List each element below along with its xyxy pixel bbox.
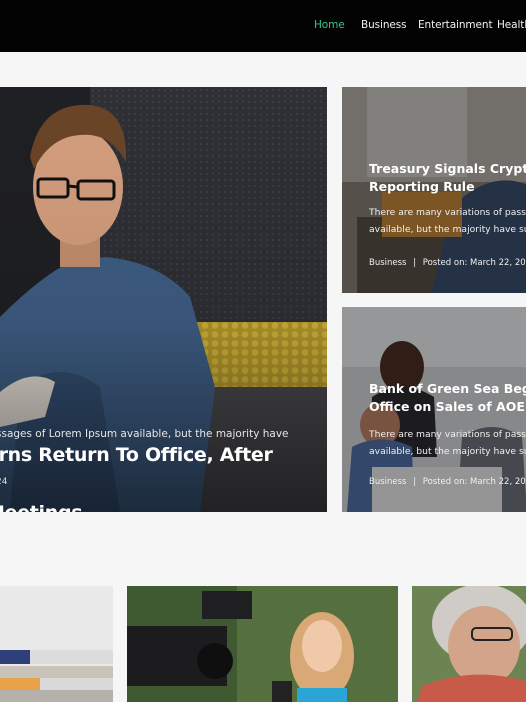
card-title-line1: Treasury Signals Crypto Mine: [369, 161, 526, 176]
news-card-bank[interactable]: Bank of Green Sea Begins Tal Office on S…: [342, 307, 526, 512]
card-title-line2: Reporting Rule: [369, 179, 475, 194]
card-title-line1: Bank of Green Sea Begins Tal: [369, 381, 526, 396]
card-image: [412, 586, 526, 702]
top-navbar: Home Business Entertainment Health: [0, 0, 526, 52]
card-date: Posted on: March 22, 2024: [422, 258, 526, 268]
card-excerpt-line2: available, but the majority have suffere: [369, 224, 526, 235]
card-category[interactable]: Business: [369, 258, 406, 268]
hero-title-line1: erns Return To Office, After 2: [0, 444, 273, 466]
meta-separator: |: [413, 258, 417, 268]
card-title[interactable]: Treasury Signals Crypto Mine Reporting R…: [369, 160, 526, 196]
card-title[interactable]: Bank of Green Sea Begins Tal Office on S…: [369, 380, 526, 416]
hero-title-line2: Meetings: [0, 499, 286, 512]
card-meta: Business | Posted on: March 22, 2024: [369, 477, 526, 487]
card-excerpt-line2: available, but the majority have suffere: [369, 446, 526, 457]
card-image: [0, 586, 113, 702]
hero-article[interactable]: erns Return To Office, After 2 Meetings: [0, 87, 327, 512]
hero-title[interactable]: erns Return To Office, After 2 Meetings: [0, 441, 286, 512]
nav-home[interactable]: Home: [314, 19, 345, 31]
hero-date: 24: [0, 477, 8, 487]
bottom-card-elder[interactable]: [412, 586, 526, 702]
hero-excerpt: ssages of Lorem Ipsum available, but the…: [0, 428, 289, 440]
card-image: [127, 586, 398, 702]
card-excerpt: There are many variations of passages av…: [369, 204, 526, 238]
nav-business[interactable]: Business: [361, 19, 407, 31]
nav-entertainment[interactable]: Entertainment: [418, 19, 493, 31]
card-title-line2: Office on Sales of AOE Bonds: [369, 399, 526, 414]
card-category[interactable]: Business: [369, 477, 406, 487]
bottom-card-reporter[interactable]: [127, 586, 398, 702]
card-date: Posted on: March 22, 2024: [422, 477, 526, 487]
nav-health[interactable]: Health: [497, 19, 526, 31]
card-excerpt: There are many variations of passages av…: [369, 426, 526, 460]
news-card-treasury[interactable]: Treasury Signals Crypto Mine Reporting R…: [342, 87, 526, 293]
card-meta: Business | Posted on: March 22, 2024: [369, 258, 526, 268]
bottom-card-newspapers[interactable]: [0, 586, 113, 702]
card-excerpt-line1: There are many variations of passages: [369, 429, 526, 440]
card-excerpt-line1: There are many variations of passages: [369, 207, 526, 218]
meta-separator: |: [413, 477, 417, 487]
